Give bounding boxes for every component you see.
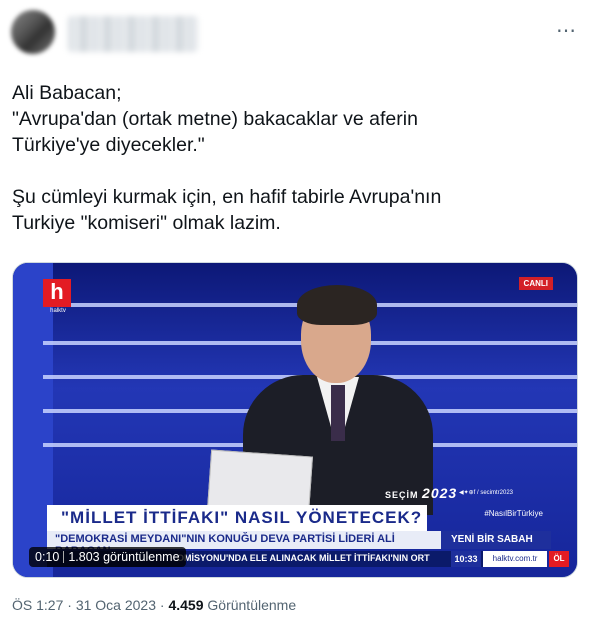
tweet-time[interactable]: ÖS 1:27 (12, 597, 63, 613)
program-name: YENİ BİR SABAH (451, 534, 533, 545)
headline-bar: "MİLLET İTTİFAKI" NASIL YÖNETECEK? (47, 505, 427, 531)
tweet-metadata: ÖS 1:27 · 31 Oca 2023 · 4.459 Görüntülen… (12, 597, 296, 613)
video-player[interactable]: h halktv CANLI SEÇİM 2023 ◀✦⊕f / secimtr… (12, 262, 578, 578)
views-count[interactable]: 4.459 (168, 597, 203, 613)
hashtag: #NasılBirTürkiye (484, 509, 543, 518)
broadcast-site: halktv.com.tr (483, 551, 547, 567)
broadcast-clock: 10:33 (451, 551, 481, 567)
election-label: SEÇİM (385, 490, 419, 500)
more-options-icon[interactable]: ⋯ (556, 18, 577, 43)
elapsed-time: 0:10 (35, 550, 60, 564)
corner-logo: ÖL (549, 551, 569, 567)
ticker-text: OMİSYONU'NDA ELE ALINACAK MİLLET İTTİFAK… (177, 553, 430, 563)
author-name-blurred[interactable] (68, 16, 198, 52)
meta-separator: · (63, 597, 76, 613)
live-badge: CANLI (518, 277, 553, 290)
channel-logo-sub: halktv (50, 308, 66, 314)
video-views: 1.803 görüntülenme (68, 550, 180, 564)
views-label: Görüntülenme (203, 597, 297, 613)
headline-text: "MİLLET İTTİFAKI" NASIL YÖNETECEK? (61, 508, 423, 527)
video-timer-overlay: 0:10 1.803 görüntülenme (29, 547, 186, 567)
speaker-hair (297, 285, 377, 325)
election-year: 2023 (422, 485, 458, 501)
social-handles: ◀✦⊕f / secimtr2023 (459, 490, 514, 496)
channel-logo: h (43, 279, 71, 307)
tweet-date[interactable]: 31 Oca 2023 (76, 597, 156, 613)
avatar[interactable] (11, 10, 55, 54)
tweet-text: Ali Babacan; "Avrupa'dan (ortak metne) b… (12, 82, 442, 234)
program-bar: YENİ BİR SABAH (441, 531, 551, 549)
election-logo: SEÇİM 2023 (385, 485, 457, 501)
timer-separator (63, 551, 65, 563)
meta-separator: · (156, 597, 169, 613)
tweet: ⋯ Ali Babacan; "Avrupa'dan (ortak metne)… (0, 0, 597, 628)
speaker-tie (331, 385, 345, 441)
